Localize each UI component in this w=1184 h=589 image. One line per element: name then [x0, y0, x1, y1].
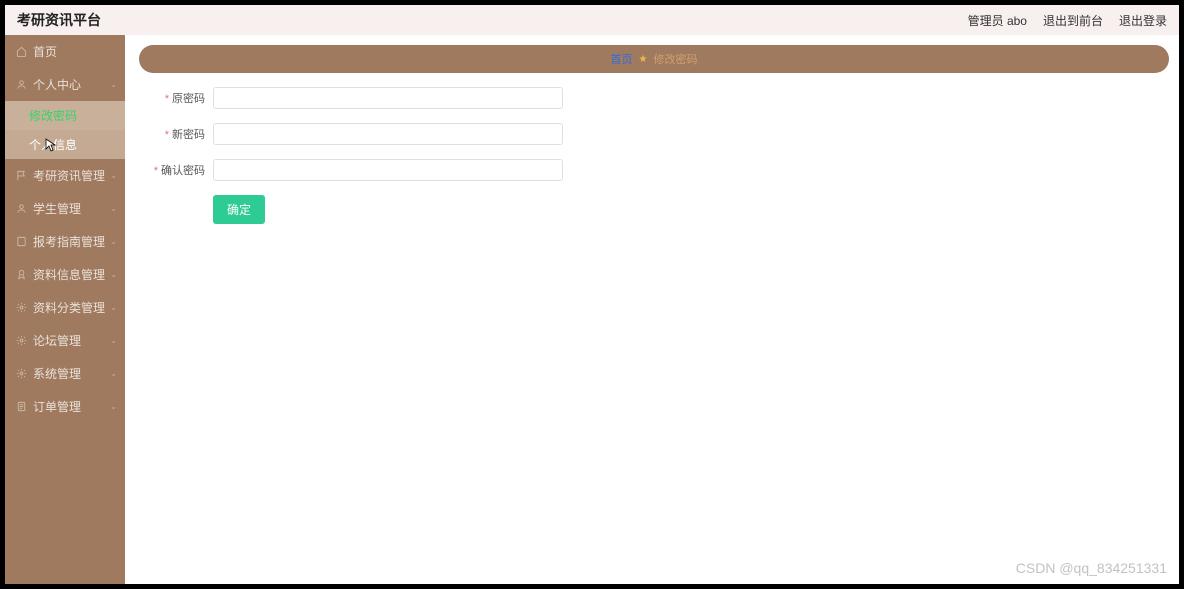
- logout-link[interactable]: 退出登录: [1119, 12, 1167, 29]
- sidebar-subitem-label: 修改密码: [29, 107, 77, 124]
- sidebar-item-label: 资料信息管理: [33, 266, 105, 283]
- breadcrumb: 首页 ★ 修改密码: [139, 45, 1169, 73]
- admin-label[interactable]: 管理员 abo: [968, 12, 1027, 29]
- new-password-input[interactable]: [213, 123, 563, 145]
- sidebar-subitem-change-password[interactable]: 修改密码: [5, 101, 125, 130]
- sidebar-subitem-profile-info[interactable]: 个人信息: [5, 130, 125, 159]
- sidebar-item-label: 论坛管理: [33, 332, 81, 349]
- sidebar-item-material-category[interactable]: 资料分类管理 ⌄: [5, 291, 125, 324]
- user-icon: [15, 79, 27, 91]
- content: 首页 ★ 修改密码 *原密码 *新密码 *确认密码 确定: [125, 35, 1179, 584]
- change-password-form: *原密码 *新密码 *确认密码 确定: [139, 87, 1169, 224]
- watermark: CSDN @qq_834251331: [1016, 560, 1167, 576]
- old-password-input[interactable]: [213, 87, 563, 109]
- confirm-password-input[interactable]: [213, 159, 563, 181]
- sidebar-item-forum[interactable]: 论坛管理 ⌄: [5, 324, 125, 357]
- sidebar-item-guide[interactable]: 报考指南管理 ⌄: [5, 225, 125, 258]
- breadcrumb-current: 修改密码: [653, 51, 697, 67]
- new-password-label: *新密码: [149, 126, 205, 142]
- submit-button[interactable]: 确定: [213, 195, 265, 224]
- chevron-down-icon: ⌄: [110, 80, 117, 89]
- sidebar-item-exam-news[interactable]: 考研资讯管理 ⌄: [5, 159, 125, 192]
- chevron-down-icon: ⌄: [110, 369, 117, 378]
- old-password-label: *原密码: [149, 90, 205, 106]
- star-icon: ★: [639, 54, 648, 65]
- doc-icon: [15, 401, 27, 413]
- sidebar-item-label: 资料分类管理: [33, 299, 105, 316]
- gear-icon: [15, 368, 27, 380]
- chevron-down-icon: ⌄: [110, 336, 117, 345]
- sidebar-item-profile[interactable]: 个人中心 ⌄: [5, 68, 125, 101]
- breadcrumb-home[interactable]: 首页: [611, 51, 633, 67]
- app-title: 考研资讯平台: [17, 10, 101, 30]
- header: 考研资讯平台 管理员 abo 退出到前台 退出登录: [5, 5, 1179, 35]
- sidebar-item-home[interactable]: 首页: [5, 35, 125, 68]
- gear-icon: [15, 335, 27, 347]
- sidebar-item-label: 学生管理: [33, 200, 81, 217]
- header-right: 管理员 abo 退出到前台 退出登录: [968, 12, 1167, 29]
- chevron-down-icon: ⌄: [110, 303, 117, 312]
- confirm-password-label: *确认密码: [149, 162, 205, 178]
- ribbon-icon: [15, 269, 27, 281]
- gear-icon: [15, 302, 27, 314]
- sidebar-item-label: 报考指南管理: [33, 233, 105, 250]
- cursor-icon: [45, 138, 57, 152]
- sidebar-item-orders[interactable]: 订单管理 ⌄: [5, 390, 125, 423]
- flag-icon: [15, 170, 27, 182]
- home-icon: [15, 46, 27, 58]
- sidebar-item-label: 系统管理: [33, 365, 81, 382]
- sidebar: 首页 个人中心 ⌄ 修改密码 个人信息 考研资讯管理 ⌄: [5, 35, 125, 584]
- chevron-down-icon: ⌄: [110, 402, 117, 411]
- user-icon: [15, 203, 27, 215]
- sidebar-item-system[interactable]: 系统管理 ⌄: [5, 357, 125, 390]
- to-front-link[interactable]: 退出到前台: [1043, 12, 1103, 29]
- book-icon: [15, 236, 27, 248]
- sidebar-item-students[interactable]: 学生管理 ⌄: [5, 192, 125, 225]
- sidebar-item-label: 首页: [33, 43, 57, 60]
- chevron-down-icon: ⌄: [110, 204, 117, 213]
- sidebar-item-label: 考研资讯管理: [33, 167, 105, 184]
- chevron-down-icon: ⌄: [110, 237, 117, 246]
- sidebar-item-material-info[interactable]: 资料信息管理 ⌄: [5, 258, 125, 291]
- sidebar-item-label: 订单管理: [33, 398, 81, 415]
- chevron-down-icon: ⌄: [110, 171, 117, 180]
- chevron-down-icon: ⌄: [110, 270, 117, 279]
- sidebar-item-label: 个人中心: [33, 76, 81, 93]
